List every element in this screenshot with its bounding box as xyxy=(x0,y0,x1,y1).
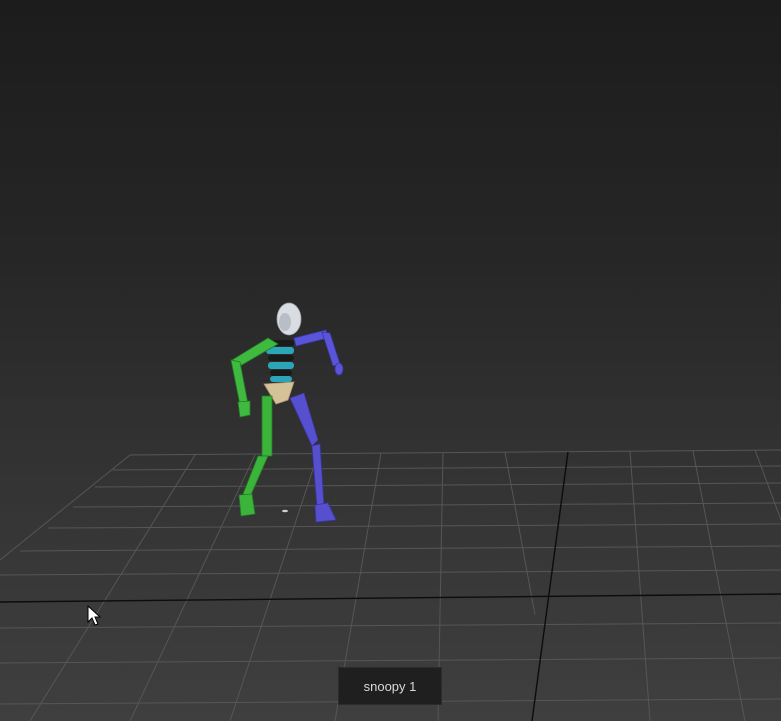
character-name-label: snoopy 1 xyxy=(338,667,442,705)
right-arm[interactable] xyxy=(293,329,344,376)
pivot-marker xyxy=(282,509,288,513)
arrow-cursor-icon xyxy=(87,605,102,626)
scene-canvas[interactable] xyxy=(0,0,781,721)
biped-character[interactable] xyxy=(230,302,344,523)
character-name-text: snoopy 1 xyxy=(363,678,417,694)
right-leg[interactable] xyxy=(289,392,337,523)
head[interactable] xyxy=(276,302,302,336)
3d-viewport[interactable]: snoopy 1 xyxy=(0,0,781,721)
